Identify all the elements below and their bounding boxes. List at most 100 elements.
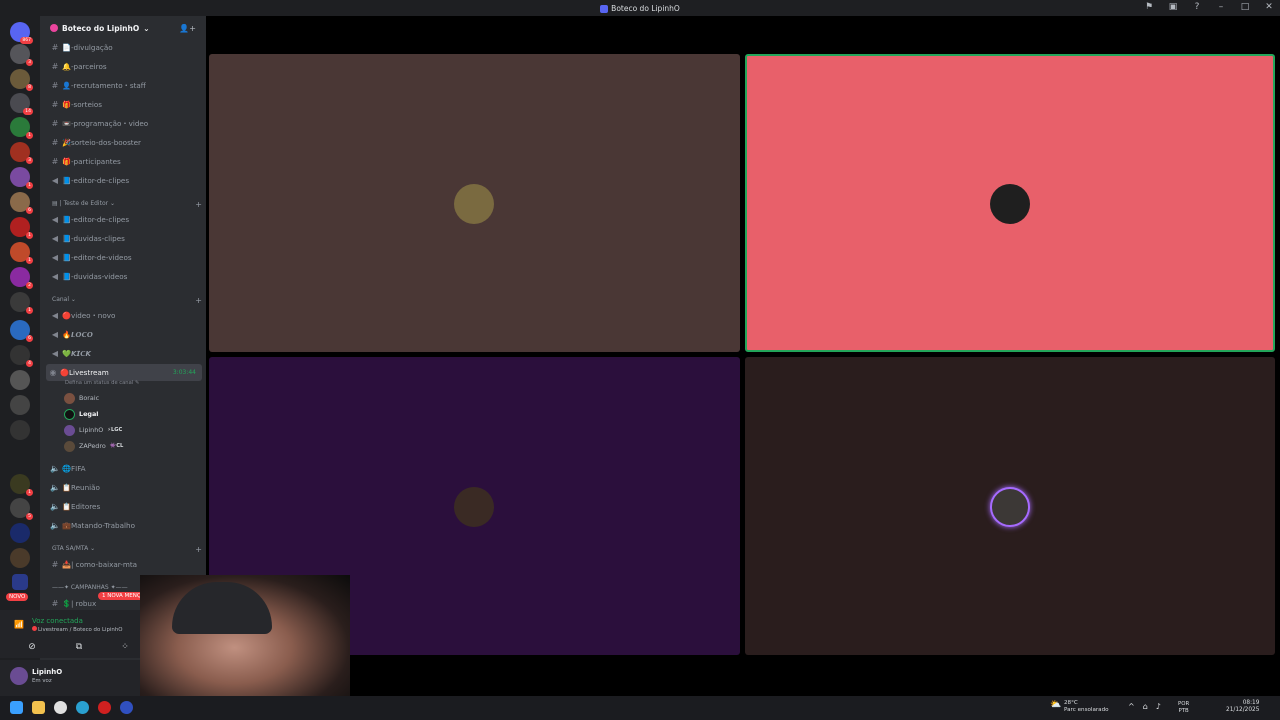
server-icon[interactable]: 8 [10, 69, 33, 91]
minimize-button[interactable]: – [1214, 2, 1228, 12]
voice-channel[interactable]: 🔈 💼Matando-Trabalho [48, 517, 200, 534]
server-icon[interactable]: 3 [10, 142, 33, 164]
server-icon[interactable] [10, 370, 30, 390]
add-channel-icon[interactable]: + [195, 200, 202, 209]
camera-off-button[interactable]: ⊘ [17, 641, 47, 653]
chevron-up-icon[interactable]: ^ [1128, 702, 1135, 711]
voice-user[interactable]: Legal [64, 407, 98, 421]
participant-tile-speaking[interactable] [745, 54, 1275, 352]
voice-channel[interactable]: 🔈 🌐FIFA [48, 460, 200, 477]
add-channel-icon[interactable]: + [195, 545, 202, 554]
speaker-icon: 🔈 [50, 464, 60, 473]
voice-user[interactable]: Boraic [64, 391, 99, 405]
opera-icon[interactable] [98, 701, 111, 714]
category-teste-de-editor[interactable]: ▤ | Teste de Editor ⌄ + [52, 200, 202, 209]
channel-item[interactable]: ◀ 📘-duvidas-videos [48, 268, 200, 285]
hash-icon: # [51, 599, 59, 608]
server-icon[interactable]: 6 [10, 192, 33, 214]
voice-channel-livestream[interactable]: ◉ 🔴Livestream 3:03:44 [46, 364, 202, 381]
voice-location[interactable]: Livestream / Boteco do LipinhO [32, 626, 122, 633]
channel-item[interactable]: # 📄-divulgação [48, 39, 200, 56]
server-icon[interactable]: 1 [10, 217, 33, 239]
hash-icon: # [51, 43, 59, 52]
invite-icon[interactable]: 👤+ [179, 24, 196, 33]
avatar [64, 408, 75, 420]
channel-item[interactable]: ◀ 📘-duvidas-clipes [48, 230, 200, 247]
announcement-icon: ◀ [51, 176, 59, 185]
server-badge: 6 [26, 335, 33, 342]
server-icon[interactable]: 4 [10, 345, 33, 367]
avatar[interactable] [10, 667, 28, 685]
channel-item[interactable]: ◀ 📘-editor-de-clipes [48, 172, 200, 189]
server-icon[interactable]: 5 [10, 498, 33, 520]
signal-icon[interactable]: 📶 [14, 620, 24, 629]
title-bar: Boteco do LipinhO ⚑ ▣ ? – □ ✕ [0, 0, 1280, 16]
channel-item[interactable]: # 👤-recrutamento・staff [48, 77, 200, 94]
folder-icon[interactable] [12, 574, 28, 590]
participant-tile[interactable] [745, 357, 1275, 655]
channel-status[interactable]: Defina um status de canal ✎ [65, 380, 139, 386]
server-icon[interactable] [10, 395, 30, 415]
screen-share-button[interactable]: ⧉ [64, 641, 94, 653]
server-icon[interactable]: 1 [10, 474, 33, 496]
channel-item[interactable]: ◀ 🔴video・novo [48, 307, 200, 324]
server-icon[interactable]: 6 [10, 320, 33, 342]
server-icon[interactable]: 14 [10, 93, 33, 115]
clock-date: 21/12/2025 [1226, 707, 1260, 713]
edge-icon[interactable] [76, 701, 89, 714]
participant-avatar [990, 184, 1030, 224]
microphone-icon[interactable]: ♪ [1156, 702, 1161, 711]
channel-item[interactable]: # 🎉sorteio-dos-booster [48, 134, 200, 151]
channel-item[interactable]: # 📥| como-baixar-mta [48, 556, 200, 573]
server-icon[interactable] [10, 548, 30, 568]
channel-item[interactable]: ◀ 📘-editor-de-clipes [48, 211, 200, 228]
voice-channel[interactable]: 🔈 📋Reunião [48, 479, 200, 496]
voice-user[interactable]: LipinhO ⚡LGC [64, 423, 122, 437]
channel-item[interactable]: ◀ 💚𝙆𝙄𝘾𝙆 [48, 345, 200, 362]
windows-start-icon[interactable] [10, 701, 23, 714]
direct-messages-icon[interactable]: 867 [10, 22, 33, 44]
category-gta[interactable]: GTA SA/MTA ⌄ + [52, 545, 202, 554]
file-explorer-icon[interactable] [32, 701, 45, 714]
server-icon[interactable] [10, 420, 30, 440]
channel-item[interactable]: # 📼-programação・video [48, 115, 200, 132]
maximize-button[interactable]: □ [1238, 2, 1252, 12]
channel-item[interactable]: # 🔔-parceiros [48, 58, 200, 75]
add-channel-icon[interactable]: + [195, 296, 202, 305]
server-badge: 1 [26, 232, 33, 239]
channel-label: 🔴Livestream [60, 368, 109, 377]
clock[interactable]: 08:19 21/12/2025 [1226, 700, 1259, 714]
announcement-icon: ◀ [51, 311, 59, 320]
vpn-icon[interactable] [120, 701, 133, 714]
server-icon[interactable]: 1 [10, 242, 33, 264]
server-icon[interactable]: 1 [10, 292, 33, 314]
close-button[interactable]: ✕ [1262, 2, 1276, 12]
voice-user[interactable]: ZAPedro 👾CL [64, 439, 123, 453]
activities-button[interactable]: ⁘ [110, 641, 140, 653]
server-icon[interactable]: 2 [10, 267, 33, 289]
participant-tile[interactable] [209, 54, 740, 352]
channel-item[interactable]: ◀ 📘-editor-de-videos [48, 249, 200, 266]
server-icon[interactable]: 1 [10, 167, 33, 189]
weather-widget[interactable]: 28°C Parc ensolarado [1064, 700, 1109, 714]
channel-item[interactable]: ◀ 🔥𝙇𝙊𝘾𝙊 [48, 326, 200, 343]
channel-item[interactable]: # 🎁-sorteios [48, 96, 200, 113]
help-icon[interactable]: ? [1190, 2, 1204, 12]
avatar [64, 424, 75, 436]
server-icon[interactable]: 1 [10, 117, 33, 139]
voice-channel[interactable]: 🔈 📋Editores [48, 498, 200, 515]
server-boost-icon [50, 24, 58, 32]
network-icon[interactable]: ⌂ [1143, 702, 1148, 711]
novo-badge: NOVO [6, 593, 29, 601]
server-icon[interactable]: 3 [10, 44, 33, 66]
language-indicator[interactable]: POR PTB [1178, 701, 1189, 715]
channel-item[interactable]: # 🎁-participantes [48, 153, 200, 170]
category-label: Canal ⌄ [52, 296, 76, 303]
server-icon[interactable] [10, 523, 30, 543]
voice-status: Voz conectada [32, 617, 83, 625]
voice-user-name: ZAPedro [79, 442, 106, 450]
category-canal[interactable]: Canal ⌄ + [52, 296, 202, 305]
screen-icon[interactable]: ▣ [1166, 2, 1180, 12]
chrome-icon[interactable] [54, 701, 67, 714]
inbox-icon[interactable]: ⚑ [1142, 2, 1156, 12]
